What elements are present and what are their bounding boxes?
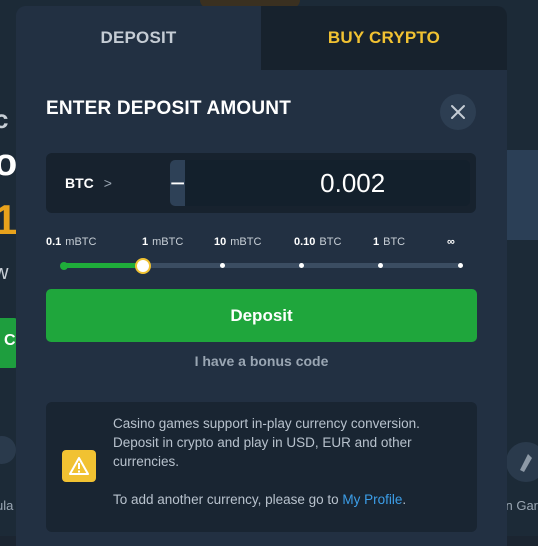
background-text: w — [0, 262, 9, 284]
background-text: c — [0, 104, 9, 134]
slider-tick — [457, 263, 463, 268]
deposit-modal: DEPOSIT BUY CRYPTO ENTER DEPOSIT AMOUNT … — [16, 6, 507, 546]
chevron-right-icon: > — [103, 175, 112, 191]
modal-tabs: DEPOSIT BUY CRYPTO — [16, 6, 507, 70]
amount-input[interactable] — [185, 160, 470, 206]
bonus-code-link[interactable]: I have a bonus code — [46, 353, 477, 369]
slider-fill — [64, 263, 144, 268]
background-game-icon — [0, 436, 16, 464]
background-label: n Gar — [505, 498, 538, 513]
background-text: o — [0, 142, 18, 184]
modal-title: ENTER DEPOSIT AMOUNT — [46, 98, 292, 119]
info-text: Casino games support in-play currency co… — [113, 414, 453, 509]
info-box: Casino games support in-play currency co… — [46, 402, 477, 532]
warning-icon — [62, 450, 96, 482]
rocket-icon — [506, 442, 538, 482]
slider-stop-label[interactable]: ∞ — [447, 236, 459, 248]
slider-stop-label[interactable]: 1 mBTC — [142, 236, 183, 248]
currency-selector[interactable]: BTC > — [65, 153, 112, 213]
amount-slider[interactable] — [60, 258, 463, 274]
slider-tick — [219, 263, 225, 268]
tab-deposit[interactable]: DEPOSIT — [16, 6, 261, 70]
amount-stepper: − + — [170, 160, 470, 206]
slider-labels: 0.1 mBTC 1 mBTC 10 mBTC 0.10 BTC 1 BTC ∞ — [46, 236, 476, 252]
close-icon — [451, 105, 465, 119]
slider-stop-label[interactable]: 0.1 mBTC — [46, 236, 96, 248]
close-button[interactable] — [440, 94, 476, 130]
decrement-button[interactable]: − — [170, 160, 186, 206]
deposit-button[interactable]: Deposit — [46, 289, 477, 342]
amount-row: BTC > − + — [46, 153, 476, 213]
slider-stop-label[interactable]: 10 mBTC — [214, 236, 261, 248]
currency-label: BTC — [65, 175, 94, 191]
tab-buy-crypto[interactable]: BUY CRYPTO — [261, 6, 507, 70]
my-profile-link[interactable]: My Profile — [342, 492, 402, 507]
background-text: 1 — [0, 196, 18, 243]
info-paragraph: Casino games support in-play currency co… — [113, 416, 420, 469]
slider-stop-label[interactable]: 1 BTC — [373, 236, 405, 248]
slider-stop-label[interactable]: 0.10 BTC — [294, 236, 341, 248]
slider-tick — [60, 262, 68, 270]
slider-thumb[interactable] — [135, 258, 152, 274]
info-paragraph: To add another currency, please go to My… — [113, 492, 407, 507]
background-label: ula — [0, 498, 14, 513]
